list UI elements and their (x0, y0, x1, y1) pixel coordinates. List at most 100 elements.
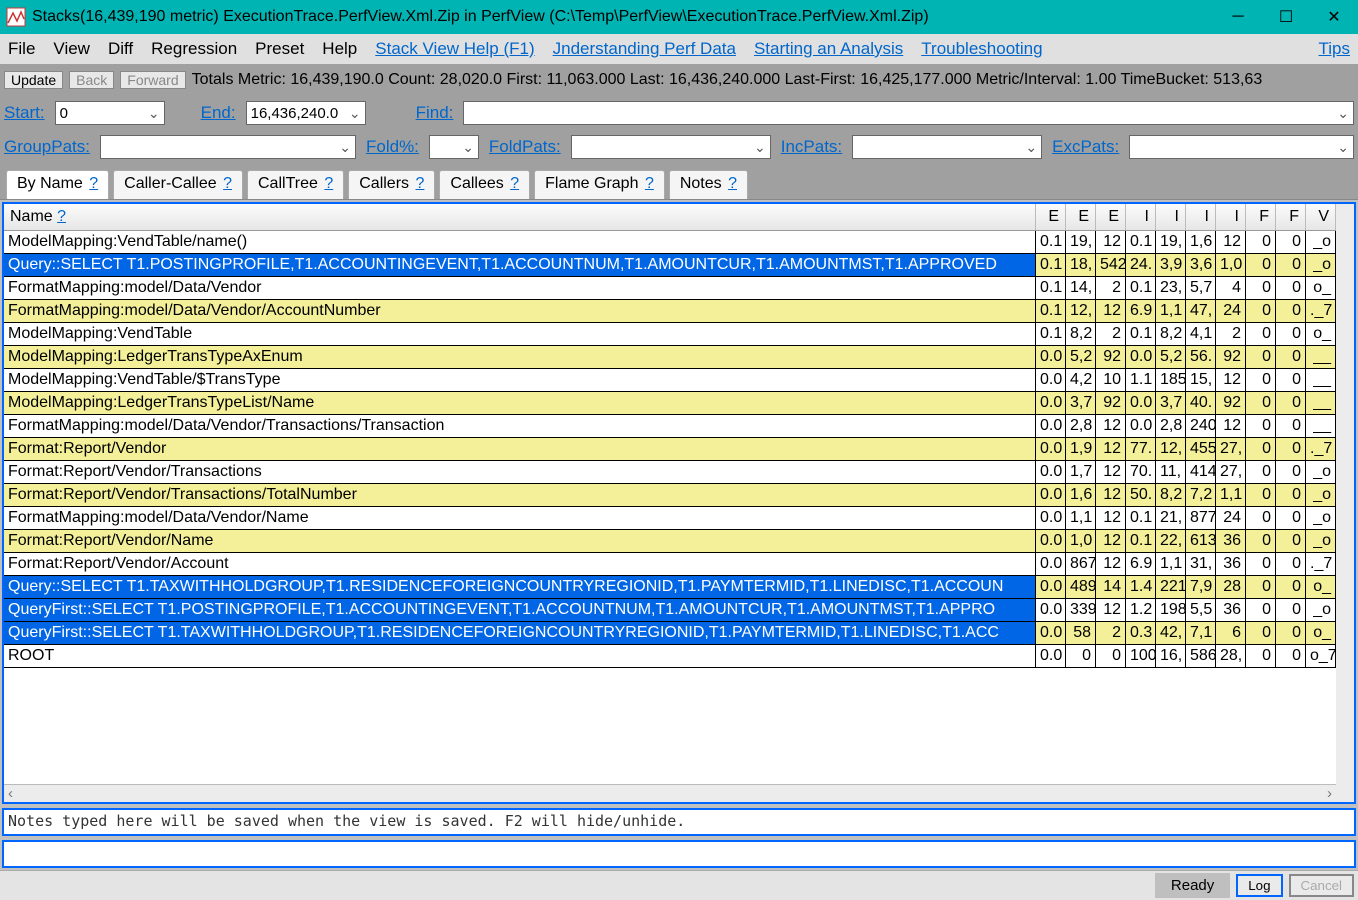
row-value[interactable]: 0 (1276, 323, 1306, 345)
row-value[interactable]: 0 (1246, 438, 1276, 460)
row-value[interactable]: 36 (1216, 553, 1246, 575)
menu-preset[interactable]: Preset (255, 39, 304, 59)
table-row[interactable]: FormatMapping:model/Data/Vendor0.114,20.… (4, 277, 1336, 300)
row-value[interactable]: 31, (1186, 553, 1216, 575)
row-value[interactable]: 3,9 (1156, 254, 1186, 276)
row-value[interactable]: 613 (1186, 530, 1216, 552)
row-value[interactable]: 1.2 (1126, 599, 1156, 621)
row-value[interactable]: 19, (1066, 231, 1096, 253)
row-value[interactable]: 7,2 (1186, 484, 1216, 506)
cancel-button[interactable]: Cancel (1289, 874, 1355, 897)
table-row[interactable]: FormatMapping:model/Data/Vendor/Name0.01… (4, 507, 1336, 530)
row-value[interactable]: 0 (1246, 392, 1276, 414)
row-value[interactable]: 28, (1216, 645, 1246, 667)
table-row[interactable]: FormatMapping:model/Data/Vendor/Transact… (4, 415, 1336, 438)
table-row[interactable]: QueryFirst::SELECT T1.TAXWITHHOLDGROUP,T… (4, 622, 1336, 645)
row-value[interactable]: 0 (1276, 530, 1306, 552)
row-value[interactable]: 0 (1246, 254, 1276, 276)
row-value[interactable]: 586 (1186, 645, 1216, 667)
table-row[interactable]: QueryFirst::SELECT T1.POSTINGPROFILE,T1.… (4, 599, 1336, 622)
row-value[interactable]: 0 (1276, 254, 1306, 276)
row-value[interactable]: 1,6 (1186, 231, 1216, 253)
row-name[interactable]: Query::SELECT T1.TAXWITHHOLDGROUP,T1.RES… (4, 576, 1036, 598)
row-value[interactable]: 0.1 (1036, 323, 1066, 345)
grouppats-label[interactable]: GroupPats: (4, 137, 90, 157)
end-input[interactable]: 16,436,240.0 (246, 101, 366, 125)
row-value[interactable]: 0 (1246, 231, 1276, 253)
incpats-label[interactable]: IncPats: (781, 137, 842, 157)
row-value[interactable]: 21, (1156, 507, 1186, 529)
row-value[interactable]: 0.1 (1126, 530, 1156, 552)
tab-caller-callee[interactable]: Caller-Callee ? (113, 170, 243, 199)
tab-flame-graph[interactable]: Flame Graph ? (534, 170, 665, 199)
row-value[interactable]: 5,5 (1186, 599, 1216, 621)
row-value[interactable]: ._7 (1306, 300, 1336, 322)
row-value[interactable]: 0 (1246, 346, 1276, 368)
row-value[interactable]: 16, (1156, 645, 1186, 667)
incpats-input[interactable] (852, 135, 1042, 159)
row-value[interactable]: 5,7 (1186, 277, 1216, 299)
row-value[interactable]: _o (1306, 507, 1336, 529)
tab-notes[interactable]: Notes ? (669, 170, 748, 199)
row-value[interactable]: 11, (1156, 461, 1186, 483)
horizontal-scrollbar[interactable]: ‹› (4, 784, 1336, 802)
row-value[interactable]: o_ (1306, 323, 1336, 345)
row-value[interactable]: 42, (1156, 622, 1186, 644)
table-row[interactable]: Format:Report/Vendor0.01,91277.12,45527,… (4, 438, 1336, 461)
row-value[interactable]: 19, (1156, 231, 1186, 253)
row-value[interactable]: 0.0 (1126, 392, 1156, 414)
row-value[interactable]: 0.0 (1036, 599, 1066, 621)
row-value[interactable]: 0.1 (1036, 231, 1066, 253)
table-row[interactable]: Format:Report/Vendor/Transactions0.01,71… (4, 461, 1336, 484)
menu-regression[interactable]: Regression (151, 39, 237, 59)
row-value[interactable]: 0.0 (1036, 530, 1066, 552)
row-value[interactable]: 0.0 (1036, 392, 1066, 414)
row-value[interactable]: 489 (1066, 576, 1096, 598)
row-value[interactable]: o_ (1306, 576, 1336, 598)
row-value[interactable]: _o (1306, 530, 1336, 552)
find-label[interactable]: Find: (416, 103, 454, 123)
row-value[interactable]: 18, (1066, 254, 1096, 276)
row-value[interactable]: 1,7 (1066, 461, 1096, 483)
row-name[interactable]: Format:Report/Vendor/Account (4, 553, 1036, 575)
row-value[interactable]: 4,2 (1066, 369, 1096, 391)
minimize-button[interactable]: ─ (1214, 0, 1262, 34)
row-value[interactable]: 14, (1066, 277, 1096, 299)
row-value[interactable]: 0 (1246, 323, 1276, 345)
row-value[interactable]: 0.0 (1036, 622, 1066, 644)
col-9[interactable]: V (1306, 204, 1336, 230)
row-value[interactable]: 4,1 (1186, 323, 1216, 345)
row-value[interactable]: 12, (1066, 300, 1096, 322)
row-value[interactable]: o_ (1306, 622, 1336, 644)
row-value[interactable]: 0.0 (1036, 553, 1066, 575)
row-value[interactable]: 414 (1186, 461, 1216, 483)
table-row[interactable]: ModelMapping:VendTable/name()0.119,120.1… (4, 231, 1336, 254)
row-value[interactable]: 1.4 (1126, 576, 1156, 598)
row-name[interactable]: FormatMapping:model/Data/Vendor/AccountN… (4, 300, 1036, 322)
row-value[interactable]: 12 (1096, 438, 1126, 460)
row-value[interactable]: 8,2 (1156, 484, 1186, 506)
row-value[interactable]: 0 (1246, 484, 1276, 506)
row-value[interactable]: 0 (1276, 553, 1306, 575)
row-value[interactable]: 27, (1216, 438, 1246, 460)
tab-calltree[interactable]: CallTree ? (247, 170, 344, 199)
row-value[interactable]: 92 (1216, 346, 1246, 368)
row-value[interactable]: 0.0 (1126, 346, 1156, 368)
row-value[interactable]: 12 (1096, 599, 1126, 621)
row-value[interactable]: __ (1306, 369, 1336, 391)
row-value[interactable]: 0 (1246, 530, 1276, 552)
update-button[interactable]: Update (4, 71, 63, 89)
row-value[interactable]: 5,2 (1066, 346, 1096, 368)
row-value[interactable]: 1,6 (1066, 484, 1096, 506)
row-value[interactable]: 0 (1276, 645, 1306, 667)
row-value[interactable]: ._7 (1306, 553, 1336, 575)
row-value[interactable]: 0 (1066, 645, 1096, 667)
row-value[interactable]: 2 (1096, 277, 1126, 299)
excpats-input[interactable] (1129, 135, 1354, 159)
row-value[interactable]: 24 (1216, 507, 1246, 529)
menu-help[interactable]: Help (322, 39, 357, 59)
row-value[interactable]: 1.1 (1126, 369, 1156, 391)
menu-file[interactable]: File (8, 39, 35, 59)
row-value[interactable]: 6.9 (1126, 300, 1156, 322)
row-value[interactable]: 0 (1276, 277, 1306, 299)
